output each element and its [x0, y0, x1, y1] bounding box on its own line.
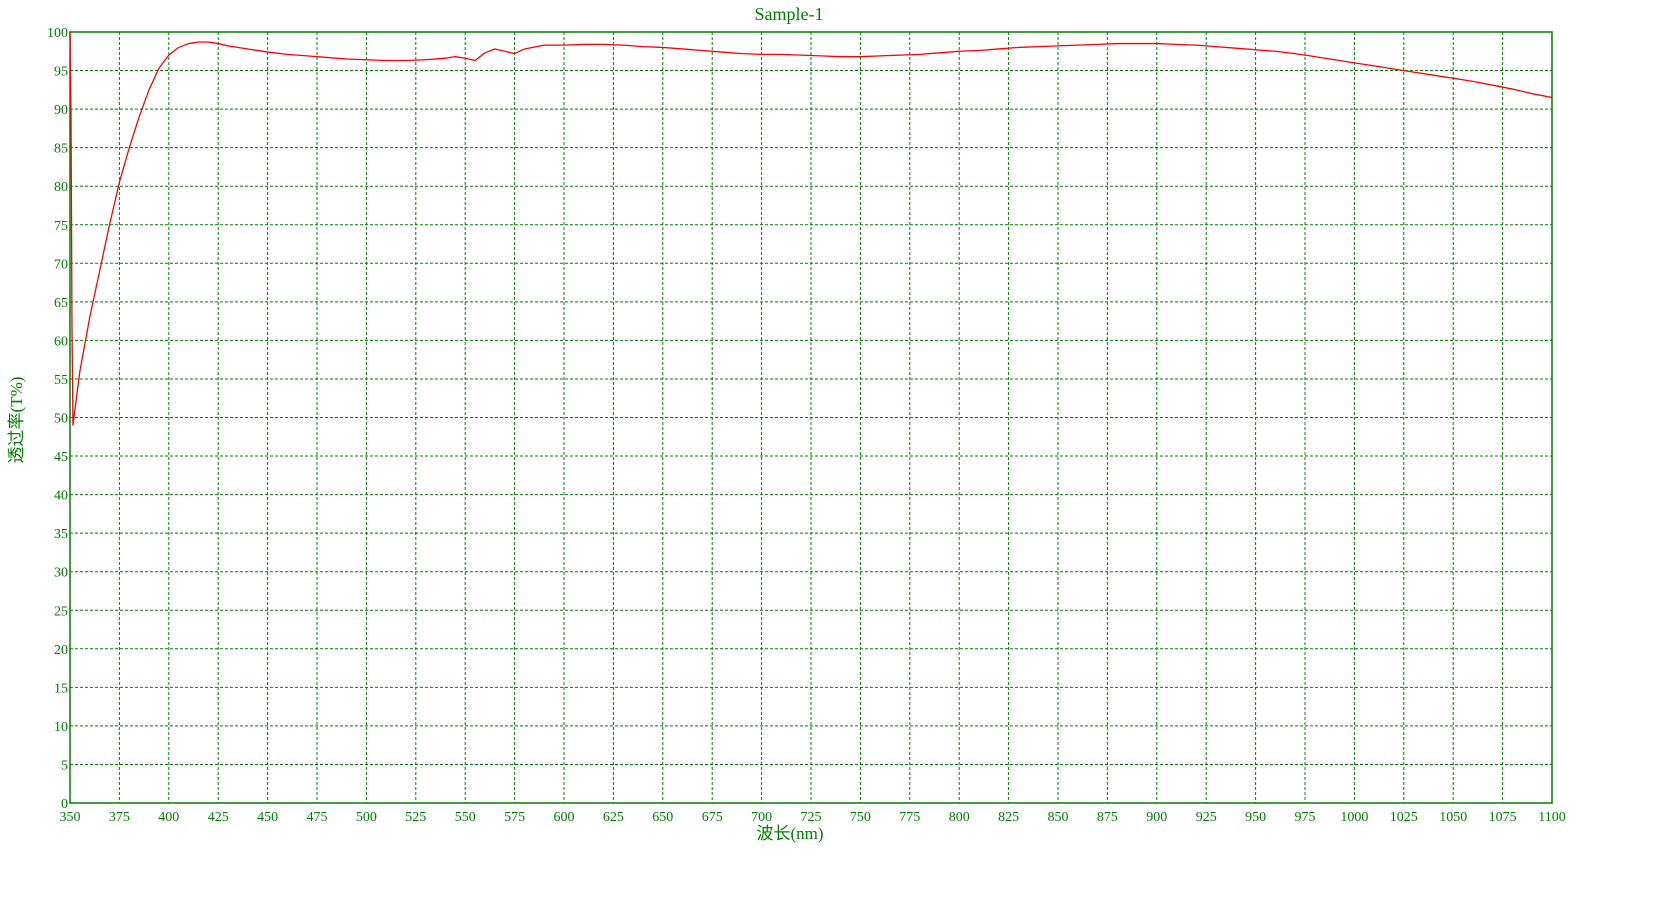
- y-tick-label: 20: [54, 643, 68, 658]
- x-tick-label: 775: [899, 810, 920, 825]
- y-tick-label: 45: [54, 450, 68, 465]
- x-tick-label: 350: [60, 810, 81, 825]
- x-tick-label: 800: [949, 810, 970, 825]
- x-tick-label: 850: [1048, 810, 1069, 825]
- y-tick-label: 15: [54, 681, 68, 696]
- chart-title: Sample-1: [755, 4, 824, 24]
- x-tick-label: 650: [652, 810, 673, 825]
- transmittance-chart: 350 375 400 425 450 475 500 525 550 575 600 625 650 6…: [7, 4, 1566, 843]
- x-tick-label: 575: [504, 810, 525, 825]
- x-tick-label: 500: [356, 810, 377, 825]
- y-tick-label: 100: [47, 26, 68, 41]
- y-tick-labels: 0 5 10 15 20 25 30 35 40 45 50 55 60 65 70 75 80 85 90 95 10…: [47, 26, 68, 812]
- y-tick-label: 25: [54, 604, 68, 619]
- x-tick-label: 950: [1245, 810, 1266, 825]
- y-axis-title: 透过率(T%): [7, 377, 26, 464]
- y-tick-label: 35: [54, 527, 68, 542]
- x-tick-label: 550: [455, 810, 476, 825]
- y-tick-label: 30: [54, 566, 68, 581]
- x-tick-label: 1075: [1489, 810, 1517, 825]
- x-tick-label: 600: [554, 810, 575, 825]
- y-tick-label: 60: [54, 334, 68, 349]
- x-tick-label: 875: [1097, 810, 1118, 825]
- x-tick-label: 925: [1196, 810, 1217, 825]
- y-tick-label: 0: [61, 797, 68, 812]
- y-tick-label: 80: [54, 180, 68, 195]
- y-tick-label: 95: [54, 65, 68, 80]
- grid-layer: [70, 32, 1552, 803]
- y-tick-label: 40: [54, 489, 68, 504]
- y-tick-label: 5: [61, 758, 68, 773]
- x-tick-label: 1100: [1538, 810, 1565, 825]
- x-tick-label: 975: [1295, 810, 1316, 825]
- x-tick-label: 425: [208, 810, 229, 825]
- y-tick-label: 75: [54, 219, 68, 234]
- x-tick-label: 700: [751, 810, 772, 825]
- x-tick-label: 825: [998, 810, 1019, 825]
- x-tick-label: 625: [603, 810, 624, 825]
- x-tick-label: 375: [109, 810, 130, 825]
- x-tick-label: 1025: [1390, 810, 1418, 825]
- y-tick-label: 65: [54, 296, 68, 311]
- x-tick-label: 725: [801, 810, 822, 825]
- y-tick-label: 55: [54, 373, 68, 388]
- y-tick-label: 10: [54, 720, 68, 735]
- x-tick-label: 450: [257, 810, 278, 825]
- x-tick-label: 1050: [1439, 810, 1467, 825]
- y-tick-label: 70: [54, 257, 68, 272]
- y-tick-label: 85: [54, 142, 68, 157]
- x-tick-labels: 350 375 400 425 450 475 500 525 550 575 600 625 650 6…: [60, 810, 1566, 825]
- x-axis-title: 波长(nm): [756, 824, 823, 843]
- x-tick-label: 525: [405, 810, 426, 825]
- x-tick-label: 900: [1146, 810, 1167, 825]
- x-tick-label: 475: [307, 810, 328, 825]
- y-tick-label: 90: [54, 103, 68, 118]
- x-tick-label: 750: [850, 810, 871, 825]
- x-tick-label: 675: [702, 810, 723, 825]
- x-tick-label: 1000: [1340, 810, 1368, 825]
- y-tick-label: 50: [54, 412, 68, 427]
- x-tick-label: 400: [158, 810, 179, 825]
